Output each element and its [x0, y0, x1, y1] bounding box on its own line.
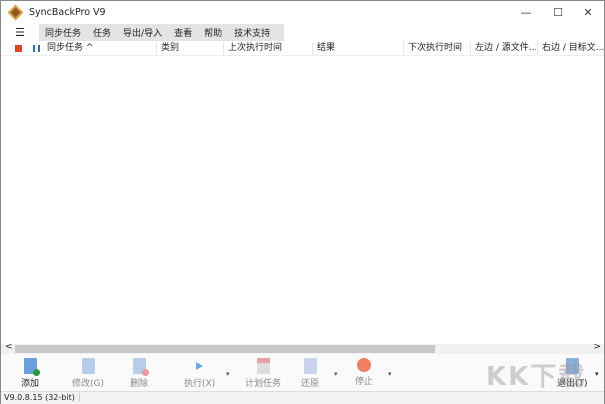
- horizontal-scrollbar[interactable]: < >: [1, 342, 604, 354]
- app-logo-icon: [7, 4, 24, 21]
- add-file-icon: [23, 358, 40, 376]
- column-right-target[interactable]: 右边 / 目标文...: [537, 42, 604, 55]
- close-button[interactable]: ✕: [573, 1, 603, 24]
- restore-button[interactable]: 还原: [301, 358, 319, 389]
- column-result[interactable]: 结果: [312, 42, 402, 55]
- window-title: SyncBackPro V9: [29, 7, 106, 18]
- delete-label: 删除: [130, 379, 149, 389]
- menu-bar: ☰ 同步任务 任务 导出/导入 查看 帮助 技术支持: [1, 24, 604, 41]
- modify-label: 修改(G): [72, 379, 104, 389]
- menu-support[interactable]: 技术支持: [228, 26, 276, 39]
- pause-icon[interactable]: [33, 45, 40, 52]
- menu-view[interactable]: 查看: [168, 26, 198, 39]
- watermark-logo: KK下载: [486, 362, 587, 392]
- menu-help[interactable]: 帮助: [198, 26, 228, 39]
- scroll-left-icon[interactable]: <: [5, 342, 13, 352]
- modify-button[interactable]: 修改(G): [72, 358, 104, 389]
- column-left-source[interactable]: 左边 / 源文件...: [470, 42, 536, 55]
- stop-sign-icon: [357, 358, 371, 372]
- edit-file-icon: [81, 358, 95, 374]
- schedule-label: 计划任务: [245, 379, 282, 389]
- column-task-name[interactable]: 同步任务 ^: [43, 42, 153, 55]
- run-dropdown-icon[interactable]: ▾: [226, 370, 230, 378]
- column-last-run[interactable]: 上次执行时间: [223, 42, 311, 55]
- menu-tasks[interactable]: 任务: [87, 26, 117, 39]
- minimize-button[interactable]: —: [511, 1, 541, 24]
- delete-file-icon: [132, 358, 149, 376]
- schedule-clock-icon: [256, 358, 270, 374]
- schedule-button[interactable]: 计划任务: [245, 358, 281, 389]
- delete-button[interactable]: 删除: [130, 358, 149, 389]
- status-bar: V9.0.8.15 (32-bit): [1, 391, 604, 404]
- menu-export-import[interactable]: 导出/导入: [117, 26, 168, 39]
- column-next-run[interactable]: 下次执行时间: [403, 42, 469, 55]
- column-category[interactable]: 类别: [156, 42, 222, 55]
- stop-all-icon[interactable]: [15, 45, 22, 52]
- maximize-button[interactable]: ☐: [543, 1, 573, 24]
- stop-dropdown-icon[interactable]: ▾: [388, 370, 392, 378]
- run-button[interactable]: 执行(X): [184, 358, 215, 389]
- restore-dropdown-icon[interactable]: ▾: [334, 370, 338, 378]
- version-label: V9.0.8.15 (32-bit): [4, 393, 80, 402]
- hamburger-menu-icon[interactable]: ☰: [1, 26, 39, 39]
- play-icon: [196, 362, 204, 370]
- run-label: 执行(X): [184, 379, 216, 389]
- add-button[interactable]: 添加: [21, 358, 40, 389]
- scroll-right-icon[interactable]: >: [593, 342, 601, 352]
- stop-label: 停止: [355, 377, 374, 387]
- restore-icon: [303, 358, 317, 374]
- exit-dropdown-icon[interactable]: ▾: [595, 370, 599, 378]
- add-label: 添加: [21, 379, 40, 389]
- menu-sync-tasks[interactable]: 同步任务: [39, 26, 87, 39]
- restore-label: 还原: [301, 379, 320, 389]
- task-list-header: 同步任务 ^ 类别 上次执行时间 结果 下次执行时间 左边 / 源文件... 右…: [1, 41, 604, 56]
- stop-button[interactable]: 停止: [355, 358, 373, 387]
- scroll-thumb[interactable]: [15, 345, 435, 353]
